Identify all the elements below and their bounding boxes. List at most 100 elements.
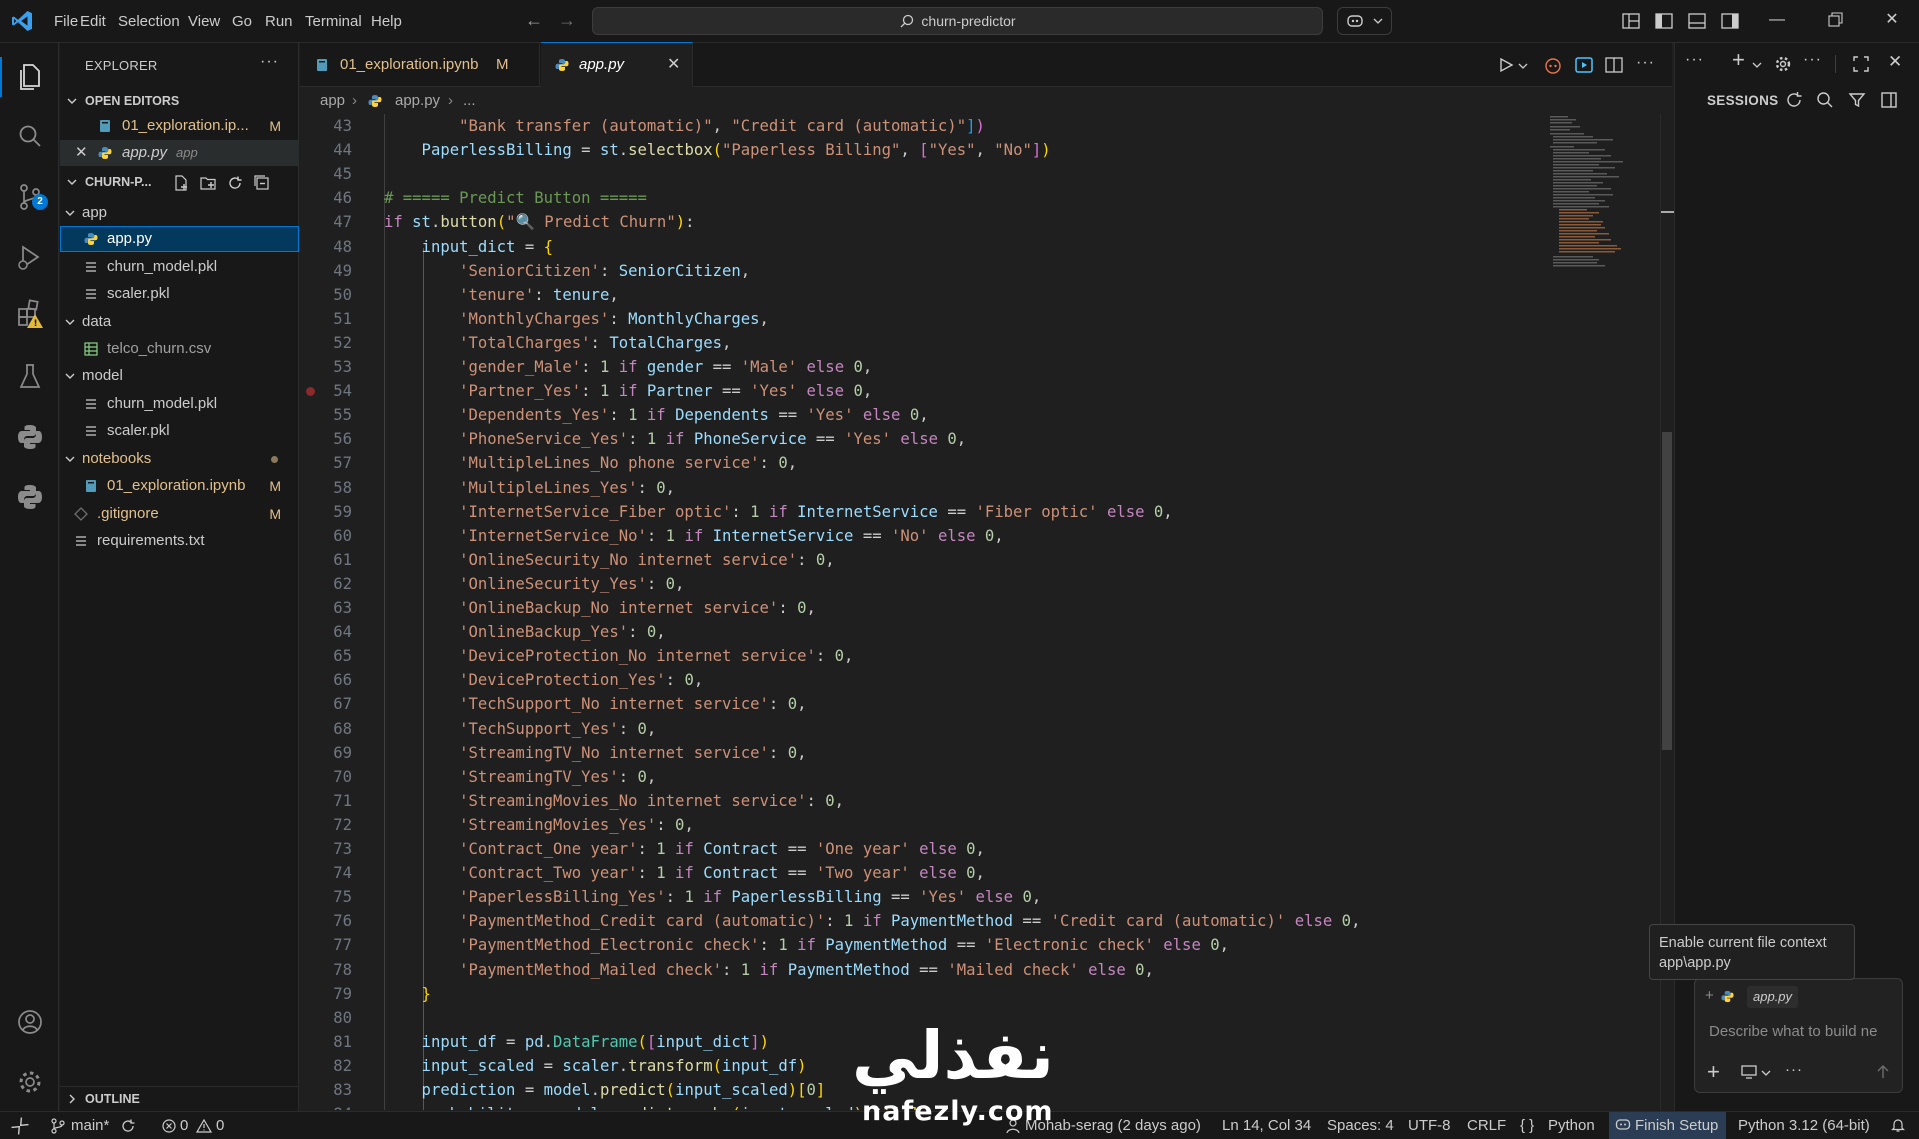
run-dropdown-chevron-icon[interactable] [1518, 62, 1528, 70]
code-line[interactable]: 70 'StreamingTV_Yes': 0, [300, 765, 1540, 789]
code-line[interactable]: 83 prediction = model.predict(input_scal… [300, 1078, 1540, 1102]
copilot-edits-icon[interactable] [1543, 55, 1563, 75]
chat-input-box[interactable]: + app.py Describe what to build ne + ··· [1694, 978, 1903, 1093]
tab-exploration-notebook[interactable]: 01_exploration.ipynb M [300, 43, 540, 87]
filter-icon[interactable] [1847, 90, 1867, 110]
new-session-plus-icon[interactable]: + [1732, 47, 1745, 73]
mode-picker-icon[interactable] [1741, 1065, 1757, 1079]
account-icon[interactable] [13, 1005, 47, 1039]
open-editors-header[interactable]: OPEN EDITORS [60, 89, 299, 113]
close-window-icon[interactable]: ✕ [1882, 10, 1902, 30]
file-gitignore[interactable]: .gitignore M [60, 501, 299, 527]
code-line[interactable]: 59 'InternetService_Fiber optic': 1 if I… [300, 500, 1540, 524]
code-line[interactable]: 60 'InternetService_No': 1 if InternetSe… [300, 524, 1540, 548]
code-line[interactable]: 47 if st.button("🔍 Predict Churn"): [300, 210, 1540, 234]
refresh-icon[interactable] [227, 175, 243, 191]
folder-model[interactable]: model [60, 363, 299, 389]
git-blame-label[interactable]: Mohab-serag (2 days ago) [1025, 1112, 1201, 1139]
search-icon[interactable] [13, 120, 47, 154]
file-telco-churn-csv[interactable]: telco_churn.csv [60, 336, 299, 362]
cursor-position[interactable]: Ln 14, Col 34 [1222, 1112, 1311, 1139]
python-interpreter[interactable]: Python 3.12 (64-bit) [1738, 1112, 1870, 1139]
code-line[interactable]: 48 input_dict = { [300, 235, 1540, 259]
code-line[interactable]: 66 'DeviceProtection_Yes': 0, [300, 668, 1540, 692]
open-editor-notebook[interactable]: 01_exploration.ip... M [60, 113, 299, 139]
code-line[interactable]: 79 } [300, 982, 1540, 1006]
run-python-file-icon[interactable] [1497, 56, 1515, 74]
code-line[interactable]: 63 'OnlineBackup_No internet service': 0… [300, 596, 1540, 620]
code-line[interactable]: 46 # ===== Predict Button ===== [300, 186, 1540, 210]
error-count[interactable]: 0 [180, 1112, 188, 1139]
code-editor[interactable]: 43 "Bank transfer (automatic)", "Credit … [300, 114, 1540, 1110]
more-actions-icon[interactable]: ··· [260, 53, 279, 71]
refresh-icon[interactable] [1784, 90, 1804, 110]
code-line[interactable]: 52 'TotalCharges': TotalCharges, [300, 331, 1540, 355]
python-environments-icon[interactable] [13, 480, 47, 514]
folder-notebooks[interactable]: notebooks [60, 446, 299, 472]
collapse-all-icon[interactable] [254, 175, 270, 191]
code-line[interactable]: 53 'gender_Male': 1 if gender == 'Male' … [300, 355, 1540, 379]
code-line[interactable]: 57 'MultipleLines_No phone service': 0, [300, 451, 1540, 475]
file-requirements-txt[interactable]: requirements.txt [60, 528, 299, 554]
menu-view[interactable]: View [188, 13, 220, 30]
explorer-icon[interactable] [13, 60, 47, 94]
folder-data[interactable]: data [60, 309, 299, 335]
restore-icon[interactable] [1825, 10, 1845, 30]
code-line[interactable]: 49 'SeniorCitizen': SeniorCitizen, [300, 259, 1540, 283]
aux-more-icon[interactable]: ··· [1685, 51, 1704, 69]
close-panel-icon[interactable]: ✕ [1888, 52, 1902, 72]
code-line[interactable]: 68 'TechSupport_Yes': 0, [300, 717, 1540, 741]
menu-file[interactable]: File [54, 13, 78, 30]
file-exploration-ipynb[interactable]: 01_exploration.ipynb M [60, 473, 299, 499]
code-line[interactable]: 75 'PaperlessBilling_Yes': 1 if Paperles… [300, 885, 1540, 909]
code-line[interactable]: 55 'Dependents_Yes': 1 if Dependents == … [300, 403, 1540, 427]
outline-header[interactable]: OUTLINE [60, 1086, 299, 1111]
menu-run[interactable]: Run [265, 13, 293, 30]
toggle-primary-sidebar-icon[interactable] [1653, 10, 1675, 32]
close-editor-icon[interactable]: ✕ [75, 140, 88, 166]
code-line[interactable]: 45 [300, 162, 1540, 186]
code-line[interactable]: 74 'Contract_Two year': 1 if Contract ==… [300, 861, 1540, 885]
code-line[interactable]: 67 'TechSupport_No internet service': 0, [300, 692, 1540, 716]
code-line[interactable]: 69 'StreamingTV_No internet service': 0, [300, 741, 1540, 765]
minimap[interactable] [1545, 114, 1665, 1110]
code-line[interactable]: 44 PaperlessBilling = st.selectbox("Pape… [300, 138, 1540, 162]
code-line[interactable]: 82 input_scaled = scaler.transform(input… [300, 1054, 1540, 1078]
menu-edit[interactable]: Edit [80, 13, 106, 30]
code-line[interactable]: 61 'OnlineSecurity_No internet service':… [300, 548, 1540, 572]
code-line[interactable]: 73 'Contract_One year': 1 if Contract ==… [300, 837, 1540, 861]
command-center-search[interactable]: churn-predictor [592, 7, 1323, 35]
aux-actions-more-icon[interactable]: ··· [1803, 51, 1822, 69]
chat-more-icon[interactable]: ··· [1785, 1061, 1803, 1078]
python-icon[interactable] [13, 420, 47, 454]
language-mode[interactable]: Python [1548, 1112, 1595, 1139]
file-churn-model-pkl[interactable]: churn_model.pkl [60, 254, 299, 280]
back-arrow-icon[interactable]: ← [522, 8, 546, 32]
breadcrumb-file[interactable]: app.py [395, 88, 440, 114]
remote-indicator-icon[interactable] [0, 1112, 40, 1139]
forward-arrow-icon[interactable]: → [555, 8, 579, 32]
customize-layout-icon[interactable] [1620, 10, 1642, 32]
notifications-bell-icon[interactable] [1890, 1117, 1906, 1133]
maximize-icon[interactable] [1851, 54, 1871, 74]
code-line[interactable]: 76 'PaymentMethod_Credit card (automatic… [300, 909, 1540, 933]
code-line[interactable]: 84 probability = model.predict_proba(inp… [300, 1102, 1540, 1110]
copilot-button[interactable] [1337, 7, 1392, 35]
send-arrow-up-icon[interactable] [1875, 1064, 1891, 1080]
breadcrumb-symbol[interactable]: ... [463, 88, 476, 114]
chevron-down-icon[interactable] [1752, 61, 1762, 69]
chevron-down-icon[interactable] [1761, 1069, 1771, 1077]
open-preview-icon[interactable] [1574, 55, 1594, 75]
tab-app-py[interactable]: app.py ✕ [541, 42, 693, 87]
settings-gear-icon[interactable] [1773, 54, 1793, 74]
file-app-py[interactable]: app.py [60, 226, 299, 252]
code-line[interactable]: 80 [300, 1006, 1540, 1030]
indentation[interactable]: Spaces: 4 [1327, 1112, 1394, 1139]
menu-selection[interactable]: Selection [118, 13, 180, 30]
code-line[interactable]: 51 'MonthlyCharges': MonthlyCharges, [300, 307, 1540, 331]
file-model-scaler-pkl[interactable]: scaler.pkl [60, 418, 299, 444]
minimize-icon[interactable]: — [1767, 10, 1787, 30]
warning-count[interactable]: 0 [216, 1112, 224, 1139]
menu-go[interactable]: Go [232, 13, 252, 30]
code-line[interactable]: 43 "Bank transfer (automatic)", "Credit … [300, 114, 1540, 138]
